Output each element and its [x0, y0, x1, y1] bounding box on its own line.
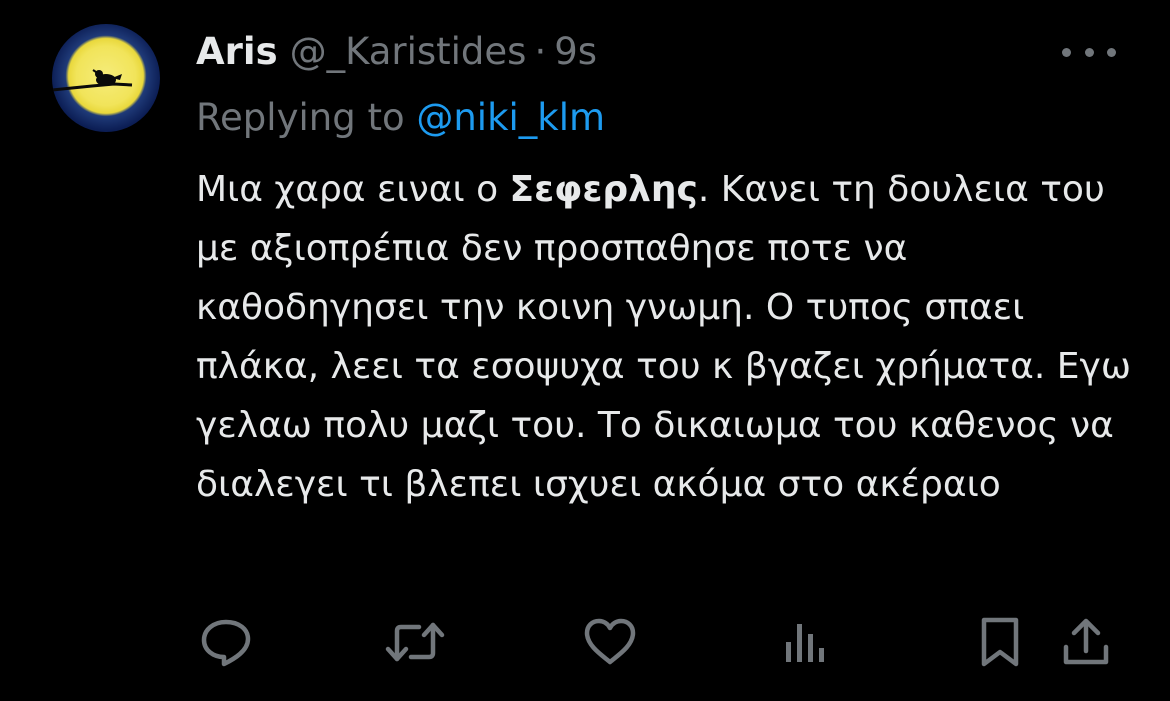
- reply-icon: [201, 619, 251, 667]
- tweet-text-start: Μια χαρα ειναι ο: [196, 169, 510, 210]
- retweet-button[interactable]: [384, 612, 446, 672]
- views-button[interactable]: [780, 612, 828, 672]
- timestamp[interactable]: 9s: [554, 30, 597, 73]
- views-icon: [786, 624, 824, 662]
- tweet-text-bold: Σεφερλης: [509, 169, 698, 210]
- tweet-header: Aris @_Karistides · 9s: [196, 30, 597, 76]
- bookmark-button[interactable]: [976, 612, 1024, 672]
- action-bar: [196, 612, 1116, 672]
- replying-to: Replying to @niki_klm: [196, 96, 605, 139]
- avatar[interactable]: [52, 24, 160, 132]
- reply-mention-link[interactable]: @niki_klm: [416, 96, 605, 139]
- reply-button[interactable]: [196, 612, 256, 672]
- tweet-text: Μια χαρα ειναι ο Σεφερλης. Κανει τη δουλ…: [196, 160, 1136, 514]
- more-options-icon[interactable]: [1062, 40, 1116, 64]
- display-name[interactable]: Aris: [196, 30, 278, 73]
- user-handle[interactable]: @_Karistides: [290, 30, 527, 73]
- retweet-icon: [385, 622, 445, 662]
- like-button[interactable]: [580, 612, 640, 672]
- bookmark-icon: [981, 617, 1019, 667]
- like-icon: [584, 618, 636, 665]
- separator-dot: ·: [534, 30, 547, 73]
- share-button[interactable]: [1060, 612, 1112, 672]
- tweet-text-rest: . Κανει τη δουλεια του με αξιοπρέπια δεν…: [196, 169, 1131, 505]
- share-icon: [1063, 618, 1109, 665]
- replying-prefix: Replying to: [196, 96, 417, 139]
- tweet: Aris @_Karistides · 9s Replying to @niki…: [0, 0, 1170, 701]
